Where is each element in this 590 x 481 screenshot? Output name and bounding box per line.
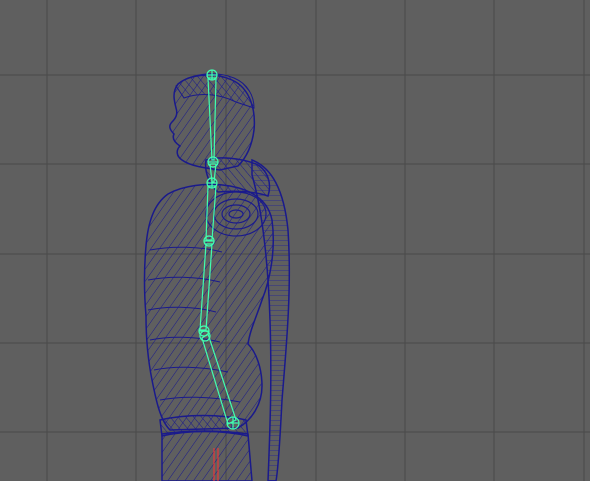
viewport-canvas[interactable] <box>0 0 590 481</box>
viewport-grid <box>0 0 590 481</box>
joint-upper-spine[interactable] <box>206 177 218 189</box>
3d-viewport[interactable] <box>0 0 590 481</box>
character-mesh[interactable] <box>143 73 291 481</box>
legs-mesh <box>161 430 253 481</box>
joint-hip[interactable] <box>226 416 240 430</box>
joint-head[interactable] <box>206 69 218 81</box>
